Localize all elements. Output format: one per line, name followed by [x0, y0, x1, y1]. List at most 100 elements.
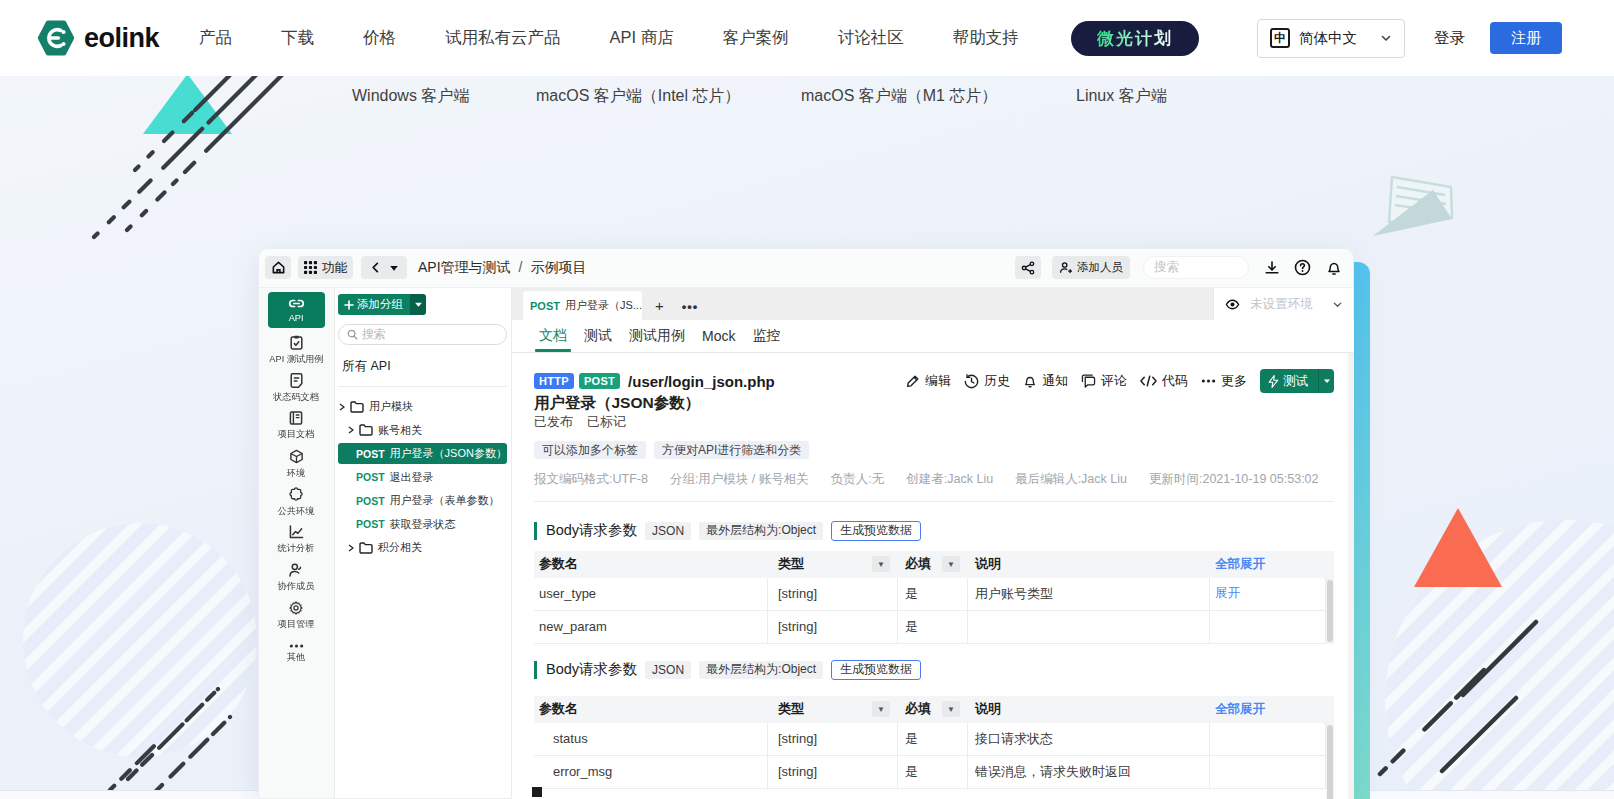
help-icon[interactable]	[1294, 259, 1311, 276]
subtab[interactable]: 文档	[539, 320, 567, 352]
api-tree-row[interactable]: 用户模块	[338, 396, 507, 417]
download-link[interactable]: Linux 客户端	[1076, 86, 1167, 107]
test-button-main[interactable]: 测试	[1260, 369, 1318, 393]
feature-menu-button[interactable]: 功能	[298, 256, 353, 279]
topbar-search-input[interactable]: 搜索	[1143, 256, 1249, 279]
param-name: status	[539, 731, 588, 746]
rail-item[interactable]: API	[268, 292, 325, 328]
rail-item[interactable]: 统计分析	[268, 521, 325, 559]
document-action-button[interactable]: 历史	[964, 372, 1010, 390]
api-tree-row[interactable]: POST 获取登录状态	[338, 514, 507, 535]
nav-item[interactable]: 帮助支持	[953, 27, 1019, 49]
document-action-button[interactable]: 更多	[1201, 372, 1247, 390]
brand-logo[interactable]: eolink	[37, 19, 159, 57]
test-button-caret[interactable]	[1318, 369, 1334, 393]
api-tree-row[interactable]: POST 退出登录	[338, 467, 507, 488]
tab-options-button[interactable]: •••	[682, 300, 699, 313]
expand-all-link[interactable]: 全部展开	[1215, 701, 1265, 718]
expand-all-link[interactable]: 全部展开	[1215, 556, 1265, 573]
document-action-button[interactable]: 评论	[1081, 372, 1127, 390]
structure-chip: 最外层结构为:Object	[699, 661, 823, 679]
new-tab-button[interactable]: +	[655, 298, 664, 313]
nav-item[interactable]: 产品	[199, 27, 232, 49]
scrollbar-thumb[interactable]	[1327, 725, 1333, 799]
add-group-main[interactable]: 添加分组	[338, 294, 410, 315]
api-path: /user/login_json.php	[628, 373, 775, 390]
tag-chip[interactable]: 方便对API进行筛选和分类	[654, 441, 809, 459]
add-group-caret[interactable]	[410, 294, 426, 315]
param-required-cell: 是	[898, 611, 968, 643]
download-link[interactable]: macOS 客户端（Intel 芯片）	[536, 86, 740, 107]
required-filter-button[interactable]: ▼	[942, 556, 960, 572]
api-tree: 用户模块 账号相关	[338, 396, 507, 558]
subtab[interactable]: Mock	[702, 320, 735, 352]
home-button[interactable]	[265, 256, 291, 279]
breadcrumb-project-group[interactable]: API管理与测试	[418, 259, 511, 277]
type-filter-button[interactable]: ▼	[872, 556, 890, 572]
subtab[interactable]: 监控	[752, 320, 780, 352]
rail-item[interactable]: 其他	[268, 635, 325, 673]
api-tree-row[interactable]: 积分相关	[338, 537, 507, 558]
search-icon	[347, 329, 358, 340]
tag-chip[interactable]: 可以添加多个标签	[534, 441, 646, 459]
pencil-icon	[906, 374, 920, 388]
sidebar-search-placeholder: 搜索	[362, 326, 386, 343]
rail-item[interactable]: 状态码文档	[268, 369, 325, 407]
folder-icon	[350, 401, 364, 413]
add-member-button[interactable]: 添加人员	[1052, 256, 1130, 279]
active-tab-label: 用户登录（JS...	[565, 298, 642, 313]
section-title: Body请求参数	[546, 660, 637, 679]
rail-item[interactable]: 协作成员	[268, 559, 325, 597]
api-tree-row[interactable]: 账号相关	[338, 420, 507, 441]
subtab[interactable]: 测试用例	[629, 320, 685, 352]
login-link[interactable]: 登录	[1434, 28, 1465, 49]
rail-item[interactable]: 环境	[268, 445, 325, 483]
language-selector[interactable]: 中 简体中文	[1257, 19, 1405, 58]
download-icon[interactable]	[1263, 259, 1280, 276]
table-scrollbar[interactable]	[1326, 578, 1334, 644]
environment-selector[interactable]: 未设置环境	[1213, 288, 1354, 320]
subtab[interactable]: 测试	[584, 320, 612, 352]
test-button[interactable]: 测试	[1260, 369, 1334, 393]
api-tree-row[interactable]: POST 用户登录（JSON参数）	[338, 443, 507, 464]
table-scrollbar[interactable]	[1326, 723, 1334, 799]
share-button[interactable]	[1015, 256, 1041, 279]
window-scrollbar[interactable]	[1348, 353, 1354, 799]
nav-item[interactable]: 下载	[281, 27, 314, 49]
nav-item[interactable]: 讨论社区	[838, 27, 904, 49]
register-button[interactable]: 注册	[1490, 22, 1562, 54]
navbar-right: 微光计划 中 简体中文 登录 注册	[1071, 19, 1562, 58]
document-action-button[interactable]: 通知	[1023, 372, 1068, 390]
document-action-button[interactable]: 代码	[1140, 372, 1188, 390]
nav-item[interactable]: 试用私有云产品	[445, 27, 561, 49]
promo-pill-label: 微光计划	[1097, 27, 1173, 50]
object-toggle-icon[interactable]	[532, 787, 542, 797]
active-document-tab[interactable]: POST 用户登录（JS...	[523, 291, 642, 320]
back-navigation-button[interactable]	[361, 256, 407, 279]
rail-item[interactable]: 公共环境	[268, 483, 325, 521]
rail-item[interactable]: 项目管理	[268, 597, 325, 635]
api-tree-row[interactable]: POST 用户登录（表单参数）	[338, 490, 507, 511]
type-filter-button[interactable]: ▼	[872, 701, 890, 717]
expand-link[interactable]: 展开	[1215, 585, 1240, 602]
scrollbar-thumb[interactable]	[1327, 580, 1333, 642]
document-action-button[interactable]: 编辑	[906, 372, 951, 390]
bell-icon[interactable]	[1325, 259, 1342, 276]
download-link[interactable]: macOS 客户端（M1 芯片）	[801, 86, 997, 107]
promo-pill-button[interactable]: 微光计划	[1071, 21, 1199, 56]
required-filter-button[interactable]: ▼	[942, 701, 960, 717]
nav-item[interactable]: 客户案例	[723, 27, 789, 49]
download-link[interactable]: Windows 客户端	[352, 86, 469, 107]
all-api-label[interactable]: 所有 API	[342, 358, 507, 375]
rail-item[interactable]: 项目文档	[268, 407, 325, 445]
generate-preview-button[interactable]: 生成预览数据	[831, 660, 921, 680]
breadcrumb-project[interactable]: 示例项目	[530, 259, 586, 277]
nav-item[interactable]: 价格	[363, 27, 396, 49]
sidebar-search-input[interactable]: 搜索	[338, 324, 507, 345]
add-group-button[interactable]: 添加分组	[338, 294, 426, 315]
share-icon	[1021, 261, 1035, 275]
api-tags: 可以添加多个标签 方便对API进行筛选和分类	[534, 441, 1334, 459]
generate-preview-button[interactable]: 生成预览数据	[831, 521, 921, 541]
nav-item[interactable]: API 商店	[610, 27, 674, 49]
rail-item[interactable]: API 测试用例	[268, 331, 325, 369]
